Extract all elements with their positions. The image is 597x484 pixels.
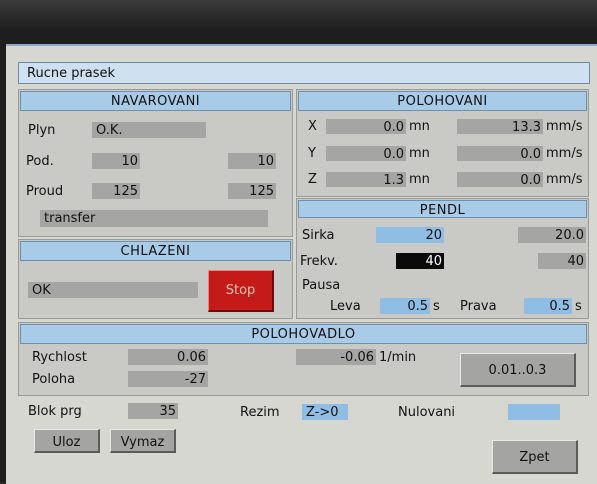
rezim-field[interactable]: Z->0	[302, 404, 348, 420]
proud-field[interactable]: 125	[92, 183, 140, 199]
axis-z-speed: 0.0	[457, 172, 543, 188]
plyn-label: Plyn	[28, 123, 56, 138]
pendl-heading: PENDL	[298, 200, 587, 218]
axis-y-position: 0.0	[326, 146, 406, 162]
prava-field[interactable]: 0.5	[524, 298, 572, 314]
axis-x-speed-unit: mm/s	[546, 119, 583, 134]
chlazeni-status: OK	[28, 282, 198, 298]
axis-z-label: Z	[308, 172, 317, 187]
zpet-button[interactable]: Zpet	[492, 440, 578, 474]
axis-y-position-unit: mn	[409, 146, 430, 161]
prava-label: Prava	[460, 299, 497, 314]
frekv-field[interactable]: 40	[396, 253, 444, 269]
pod-label: Pod.	[26, 154, 54, 169]
proud-label: Proud	[26, 184, 64, 199]
rychlost-unit: 1/min	[379, 350, 417, 365]
axis-x-position-unit: mn	[409, 119, 430, 134]
axis-z-position-unit: mn	[409, 172, 430, 187]
prava-unit: s	[575, 299, 582, 314]
stop-button[interactable]: Stop	[208, 270, 274, 312]
proud-actual: 125	[228, 183, 276, 199]
axis-x-speed: 13.3	[457, 119, 543, 135]
blok-prg-label: Blok prg	[28, 404, 82, 419]
axis-x-position: 0.0	[326, 119, 406, 135]
leva-label: Leva	[330, 299, 361, 314]
nulovani-field[interactable]	[508, 404, 560, 420]
axis-x-label: X	[308, 119, 317, 134]
uloz-button[interactable]: Uloz	[34, 429, 100, 453]
chlazeni-heading: CHLAZENI	[20, 241, 291, 261]
speed-range-button[interactable]: 0.01..0.3	[460, 353, 576, 387]
rychlost-actual: -0.06	[296, 349, 376, 365]
vymaz-button[interactable]: Vymaz	[110, 429, 176, 453]
blok-prg-field[interactable]: 35	[128, 403, 178, 419]
welding-mode-field[interactable]: transfer	[40, 210, 268, 227]
frekv-actual: 40	[538, 253, 586, 269]
axis-z-speed-unit: mm/s	[546, 172, 583, 187]
pod-field[interactable]: 10	[92, 153, 140, 169]
window-title: Rucne prasek	[18, 62, 590, 84]
axis-z-position: 1.3	[326, 172, 406, 188]
axis-y-speed-unit: mm/s	[546, 146, 583, 161]
rychlost-field[interactable]: 0.06	[128, 349, 208, 365]
hmi-screen: Rucne prasek NAVAROVANI Plyn O.K. Pod. 1…	[6, 44, 597, 484]
polohovani-heading: POLOHOVANI	[298, 91, 587, 111]
sirka-field[interactable]: 20	[376, 227, 444, 243]
poloha-field: -27	[128, 371, 208, 387]
axis-y-label: Y	[308, 146, 316, 161]
pausa-label: Pausa	[302, 278, 341, 293]
rezim-label: Rezim	[240, 405, 280, 420]
polohovadlo-heading: POLOHOVADLO	[20, 324, 587, 344]
poloha-label: Poloha	[32, 372, 76, 387]
axis-y-speed: 0.0	[457, 146, 543, 162]
plyn-field: O.K.	[92, 122, 206, 138]
navarovani-heading: NAVAROVANI	[20, 91, 291, 111]
rychlost-label: Rychlost	[32, 350, 87, 365]
nulovani-label: Nulovani	[398, 405, 456, 420]
pod-actual: 10	[228, 153, 276, 169]
sirka-label: Sirka	[302, 228, 335, 243]
leva-unit: s	[433, 299, 440, 314]
sirka-actual: 20.0	[518, 227, 586, 243]
leva-field[interactable]: 0.5	[380, 298, 430, 314]
frekv-label: Frekv.	[300, 254, 338, 269]
